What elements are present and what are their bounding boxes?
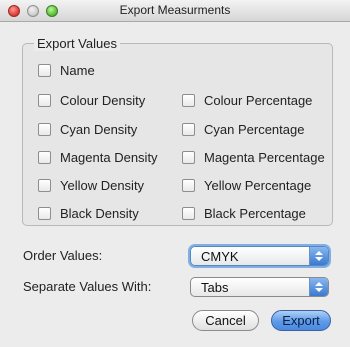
checkbox-yellow-density[interactable]: Yellow Density [38,176,144,194]
checkbox-magenta-density[interactable]: Magenta Density [38,148,158,166]
separate-values-popup[interactable]: Tabs [190,277,329,297]
checkbox-box[interactable] [38,206,51,220]
checkbox-label: Name [60,62,95,78]
title-bar: Export Measurments [0,0,350,22]
checkbox-box[interactable] [38,122,51,136]
checkbox-label: Magenta Percentage [204,149,325,165]
checkbox-box[interactable] [38,150,51,164]
window-title: Export Measurments [119,3,231,17]
separate-values-label: Separate Values With: [23,279,152,294]
checkbox-box[interactable] [38,178,51,192]
cancel-button[interactable]: Cancel [192,310,259,331]
checkbox-label: Yellow Density [60,177,145,193]
checkbox-cyan-percentage[interactable]: Cyan Percentage [182,120,304,138]
checkbox-black-density[interactable]: Black Density [38,204,139,222]
checkbox-box[interactable] [182,178,195,192]
checkbox-label: Black Percentage [204,205,306,221]
export-values-legend: Export Values [34,36,120,51]
checkbox-black-percentage[interactable]: Black Percentage [182,204,306,222]
up-down-arrows-icon [309,278,328,296]
checkbox-magenta-percentage[interactable]: Magenta Percentage [182,148,325,166]
checkbox-box[interactable] [182,122,195,136]
export-button[interactable]: Export [271,310,331,331]
order-values-popup[interactable]: CMYK [190,246,329,266]
checkbox-name[interactable]: Name [38,61,95,79]
checkbox-label: Colour Percentage [204,92,313,108]
checkbox-colour-density[interactable]: Colour Density [38,91,145,109]
checkbox-box[interactable] [182,150,195,164]
checkbox-box[interactable] [182,93,195,107]
checkbox-label: Colour Density [60,92,146,108]
checkbox-box[interactable] [182,206,195,220]
checkbox-cyan-density[interactable]: Cyan Density [38,120,137,138]
checkbox-label: Black Density [60,205,139,221]
order-values-selected: CMYK [201,249,239,264]
checkbox-box[interactable] [38,63,51,77]
checkbox-label: Yellow Percentage [204,177,312,193]
separate-values-selected: Tabs [201,280,229,295]
checkbox-yellow-percentage[interactable]: Yellow Percentage [182,176,311,194]
checkbox-label: Cyan Percentage [204,121,305,137]
checkbox-label: Magenta Density [60,149,158,165]
checkbox-label: Cyan Density [60,121,138,137]
checkbox-colour-percentage[interactable]: Colour Percentage [182,91,312,109]
order-values-label: Order Values: [23,248,103,263]
checkbox-box[interactable] [38,93,51,107]
up-down-arrows-icon [309,247,328,265]
